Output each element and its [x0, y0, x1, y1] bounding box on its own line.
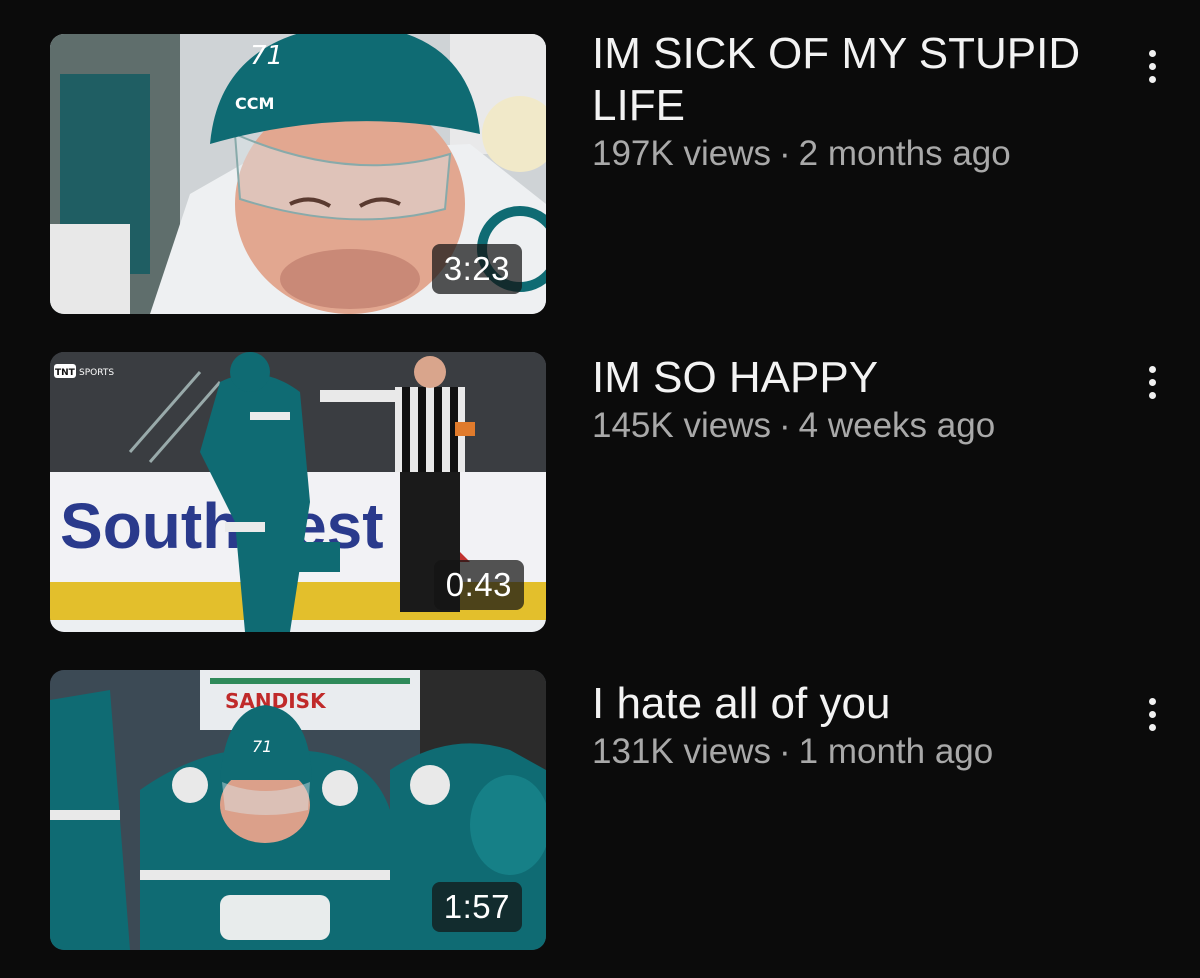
meta-separator: · — [778, 134, 791, 173]
meta-separator: · — [778, 406, 791, 445]
dot — [1148, 378, 1156, 386]
video-item[interactable]: SANDISK 71 1:57 I hate all of you 131K v… — [0, 670, 1200, 960]
upload-age: 4 weeks ago — [798, 406, 996, 445]
dot — [1148, 723, 1156, 731]
view-count: 131K views — [592, 732, 771, 771]
dot — [1148, 710, 1156, 718]
video-info[interactable]: IM SICK OF MY STUPID LIFE 197K views · 2 m… — [592, 29, 1112, 176]
view-count: 145K views — [592, 406, 771, 445]
video-thumbnail[interactable]: 71 CCM 3:23 — [50, 34, 546, 314]
dot — [1148, 49, 1156, 57]
svg-text:SPORTS: SPORTS — [79, 368, 114, 378]
more-options-icon[interactable] — [1132, 684, 1172, 744]
video-list-page: 71 CCM 3:23 IM SICK OF MY STUPID LIFE 19… — [0, 0, 1200, 978]
dot — [1148, 75, 1156, 83]
more-options-icon[interactable] — [1132, 352, 1172, 412]
svg-text:71: 71 — [252, 737, 272, 756]
dot — [1148, 62, 1156, 70]
video-item[interactable]: Southwest TNT SPORTS 0:43 IM SO HAPPY 14… — [0, 352, 1200, 642]
video-meta: 145K views · 4 weeks ago — [592, 404, 1112, 448]
svg-text:TNT: TNT — [55, 368, 76, 378]
video-title[interactable]: IM SO HAPPY — [592, 352, 1112, 404]
duration-badge: 3:23 — [431, 244, 522, 294]
dot — [1148, 697, 1156, 705]
video-info[interactable]: I hate all of you 131K views · 1 month ago — [592, 670, 1112, 774]
dot — [1148, 365, 1156, 373]
video-thumbnail[interactable]: SANDISK 71 1:57 — [50, 670, 546, 950]
upload-age: 2 months ago — [798, 134, 1011, 173]
upload-age: 1 month ago — [798, 732, 994, 771]
helmet-brand-text: CCM — [235, 94, 274, 113]
dot — [1148, 391, 1156, 399]
meta-separator: · — [778, 732, 791, 771]
video-item[interactable]: 71 CCM 3:23 IM SICK OF MY STUPID LIFE 19… — [0, 29, 1200, 324]
video-title[interactable]: IM SICK OF MY STUPID LIFE — [592, 28, 1112, 132]
duration-badge: 0:43 — [433, 560, 524, 610]
video-meta: 197K views · 2 months ago — [592, 132, 1112, 176]
video-meta: 131K views · 1 month ago — [592, 730, 1112, 774]
more-options-icon[interactable] — [1132, 36, 1172, 96]
video-info[interactable]: IM SO HAPPY 145K views · 4 weeks ago — [592, 352, 1112, 448]
duration-badge: 1:57 — [431, 882, 522, 932]
helmet-number-text: 71 — [250, 41, 283, 71]
video-thumbnail[interactable]: Southwest TNT SPORTS 0:43 — [50, 352, 546, 632]
view-count: 197K views — [592, 134, 771, 173]
video-title[interactable]: I hate all of you — [592, 678, 1112, 730]
